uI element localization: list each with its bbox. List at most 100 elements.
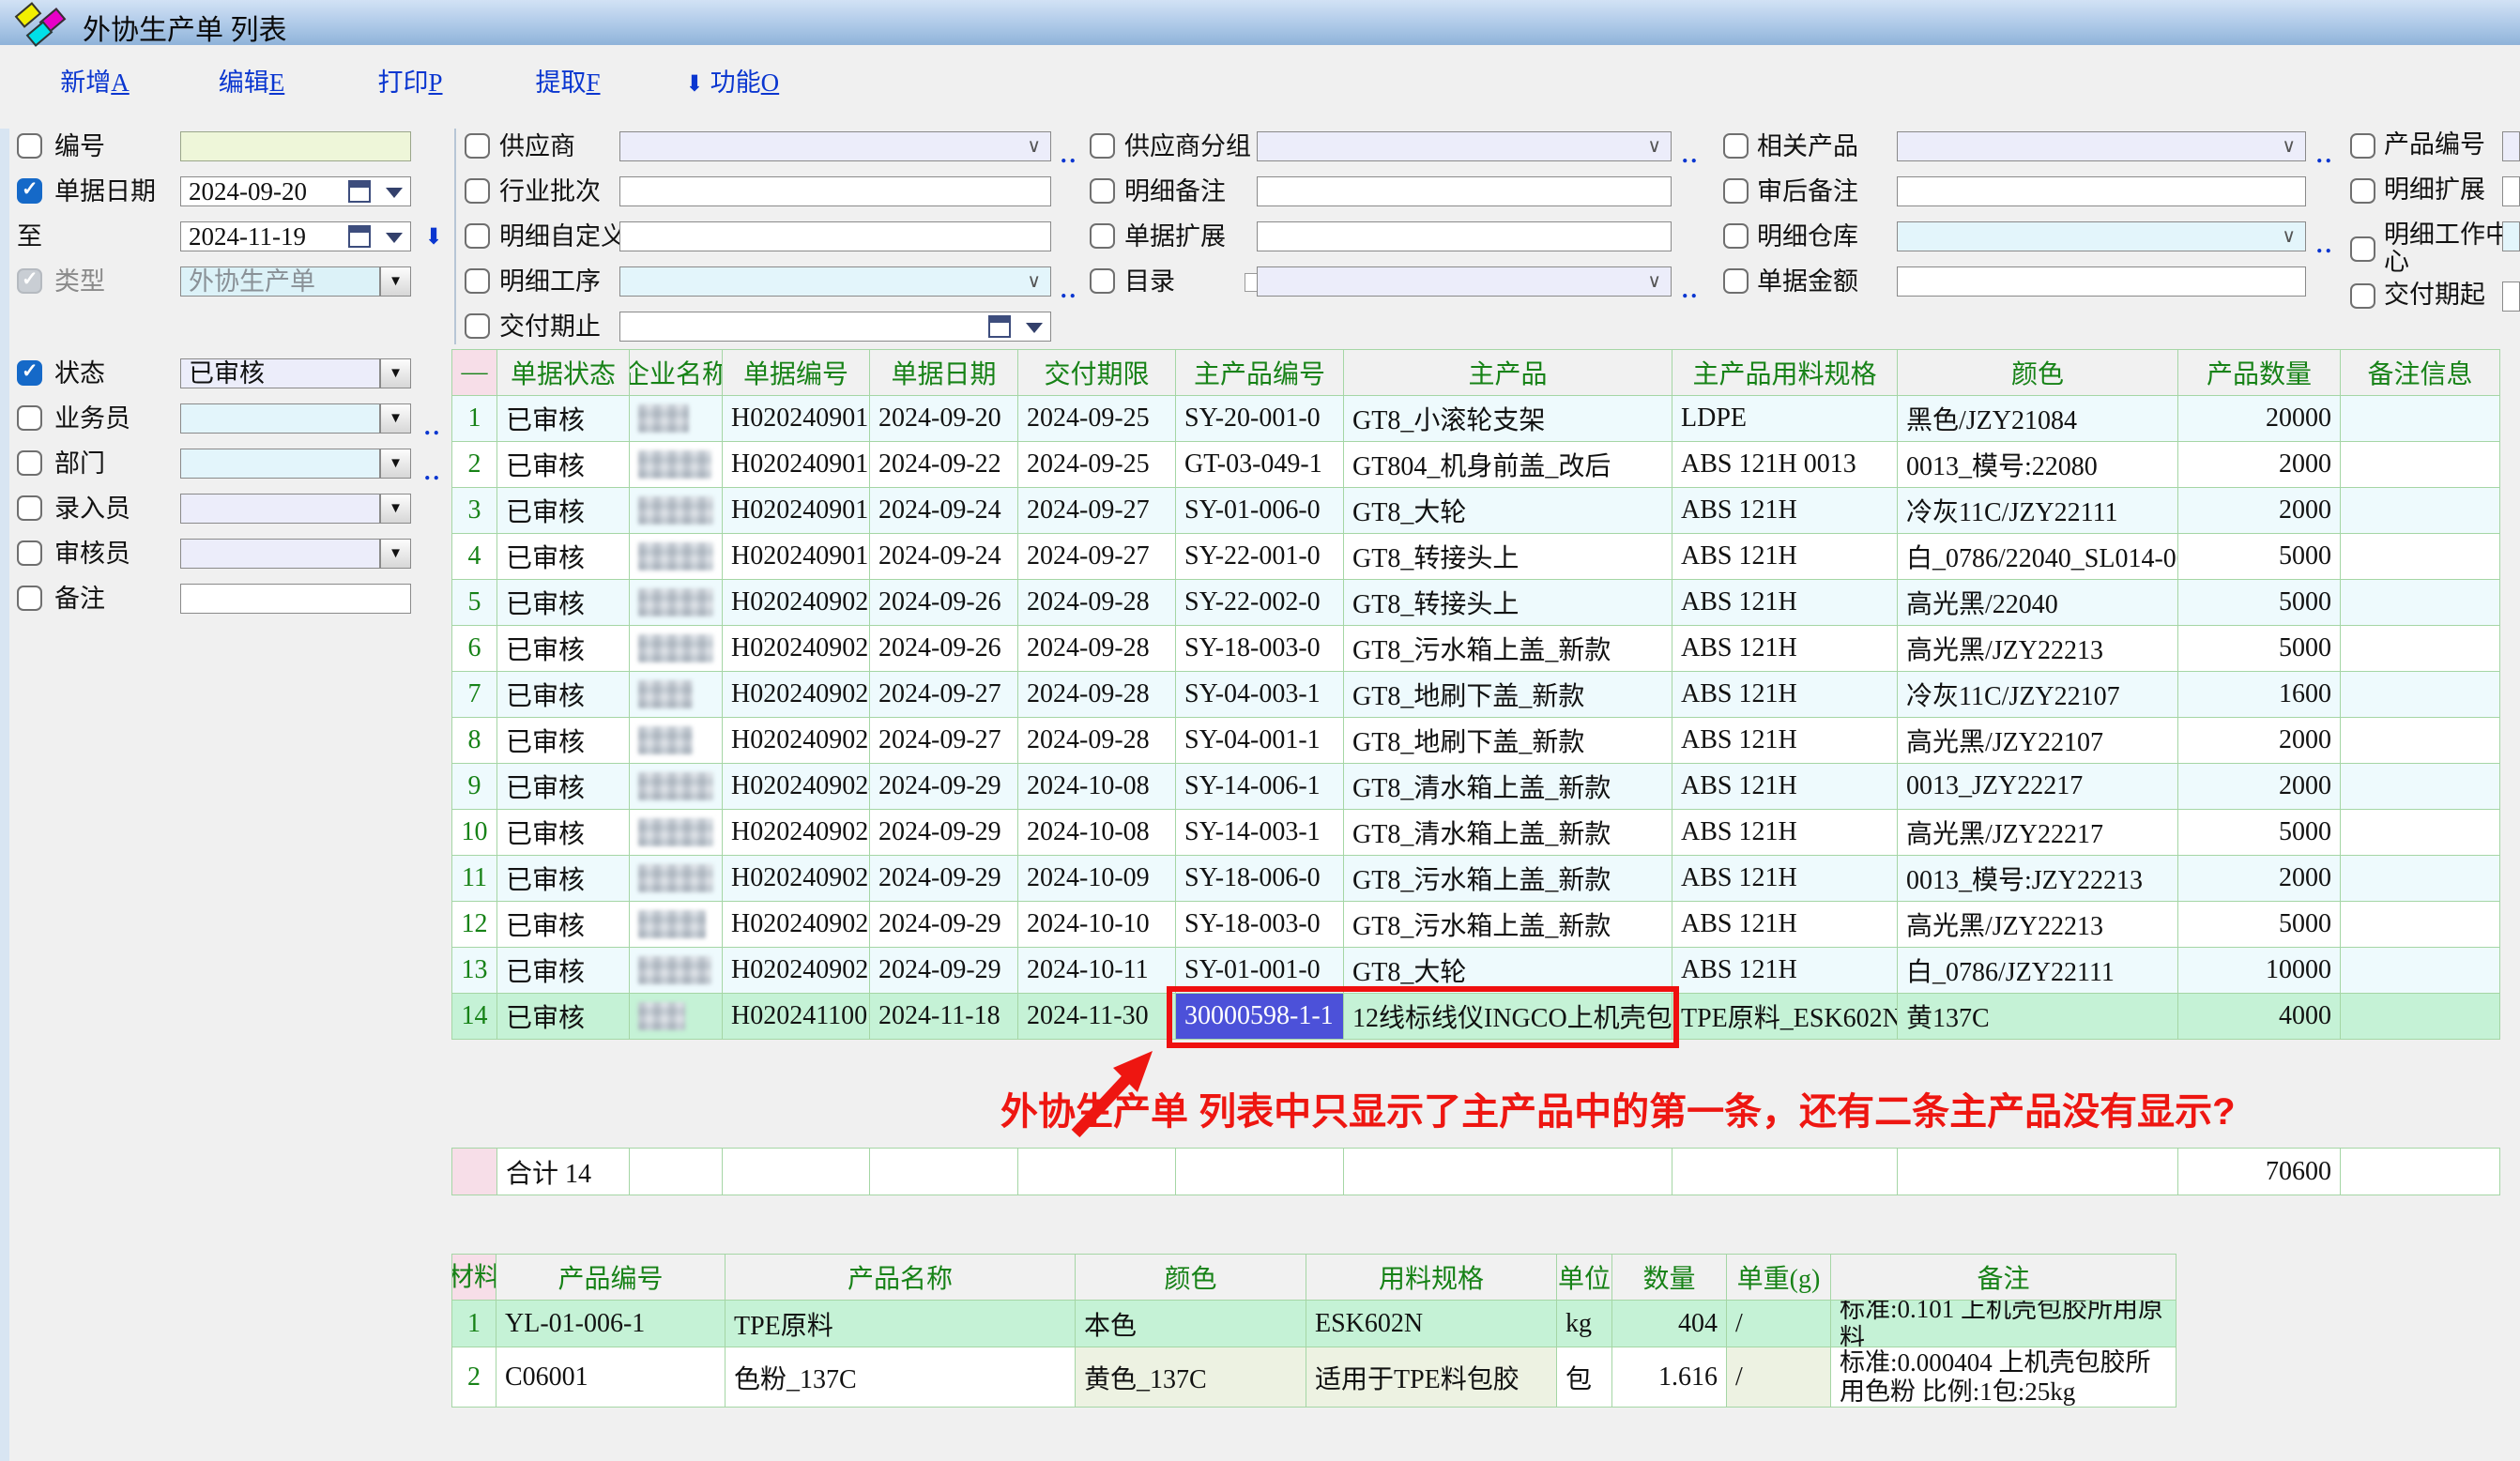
material-cell-unit-weight[interactable]: / <box>1727 1301 1831 1347</box>
calendar-icon[interactable] <box>988 315 1011 338</box>
column-header-company[interactable]: 企业名称 <box>630 350 723 396</box>
extract-button[interactable]: 提取F <box>507 62 629 96</box>
supplier-filter-select[interactable]: ∨ <box>619 131 1051 161</box>
order-cell-remark[interactable] <box>2341 396 2500 442</box>
order-cell-product-code[interactable]: SY-14-006-1 <box>1176 764 1344 810</box>
material-cell-color[interactable]: 本色 <box>1076 1301 1306 1347</box>
order-cell-status[interactable]: 已审核 <box>497 396 630 442</box>
detail-remark-filter-checkbox[interactable] <box>1090 178 1115 204</box>
column-header-delivery-date[interactable]: 交付期限 <box>1018 350 1176 396</box>
post-audit-remark-filter-input[interactable] <box>1897 176 2306 206</box>
order-cell-doc-no[interactable]: H0202409016 <box>723 396 870 442</box>
detail-custom-filter-input[interactable] <box>619 221 1051 251</box>
order-cell-row-number[interactable]: 5 <box>452 580 497 626</box>
order-cell-status[interactable]: 已审核 <box>497 718 630 764</box>
order-cell-material-spec[interactable]: ABS 121H 0013 <box>1672 442 1898 488</box>
doc-amount-filter-checkbox[interactable] <box>1723 268 1749 294</box>
order-cell-material-spec[interactable]: ABS 121H <box>1672 672 1898 718</box>
material-cell-product-code[interactable]: YL-01-006-1 <box>496 1301 725 1347</box>
order-cell-remark[interactable] <box>2341 902 2500 948</box>
detail-work-center-filter-select[interactable] <box>2502 221 2520 251</box>
order-cell-product-code[interactable]: SY-18-006-0 <box>1176 856 1344 902</box>
order-cell-doc-date[interactable]: 2024-09-26 <box>870 580 1018 626</box>
salesman-dropdown-button[interactable]: ▼ <box>380 403 411 434</box>
supplier-group-more-button[interactable]: .. <box>1682 143 1700 167</box>
auditor-filter-checkbox[interactable] <box>17 540 42 566</box>
delivery-date-start-filter-checkbox[interactable] <box>2350 283 2375 309</box>
order-cell-qty[interactable]: 2000 <box>2178 488 2341 534</box>
material-cell-product-code[interactable]: C06001 <box>496 1347 725 1408</box>
order-cell-delivery-date[interactable]: 2024-10-08 <box>1018 810 1176 856</box>
new-button[interactable]: 新增A <box>34 62 156 96</box>
order-cell-doc-no[interactable]: H0202409025 <box>723 810 870 856</box>
order-cell-doc-date[interactable]: 2024-09-20 <box>870 396 1018 442</box>
order-cell-product[interactable]: GT8_污水箱上盖_新款 <box>1344 902 1672 948</box>
order-cell-doc-no[interactable]: H0202409024 <box>723 764 870 810</box>
auditor-dropdown-button[interactable]: ▼ <box>380 539 411 569</box>
order-cell-status[interactable]: 已审核 <box>497 856 630 902</box>
material-cell-qty[interactable]: 1.616 <box>1612 1347 1727 1408</box>
order-cell-status[interactable]: 已审核 <box>497 948 630 994</box>
detail-process-filter-select[interactable]: ∨ <box>619 266 1051 297</box>
order-cell-color[interactable]: 0013_JZY22217 <box>1898 764 2178 810</box>
order-cell-material-spec[interactable]: ABS 121H <box>1672 764 1898 810</box>
order-cell-qty[interactable]: 5000 <box>2178 810 2341 856</box>
material-cell-unit[interactable]: kg <box>1557 1301 1612 1347</box>
order-cell-row-number[interactable]: 2 <box>452 442 497 488</box>
order-cell-remark[interactable] <box>2341 534 2500 580</box>
product-code-filter-checkbox[interactable] <box>2350 133 2375 159</box>
order-cell-company[interactable] <box>630 626 723 672</box>
column-header-status[interactable]: 单据状态 <box>497 350 630 396</box>
order-cell-qty[interactable]: 5000 <box>2178 580 2341 626</box>
order-cell-product[interactable]: GT8_清水箱上盖_新款 <box>1344 810 1672 856</box>
order-cell-doc-date[interactable]: 2024-09-26 <box>870 626 1018 672</box>
order-cell-qty[interactable]: 5000 <box>2178 902 2341 948</box>
order-cell-status[interactable]: 已审核 <box>497 534 630 580</box>
material-cell-material-spec[interactable]: 适用于TPE料包胶 <box>1306 1347 1557 1408</box>
status-filter-select[interactable]: 已审核 <box>180 358 380 388</box>
edit-button[interactable]: 编辑E <box>191 62 313 96</box>
material-cell-product-name[interactable]: TPE原料 <box>725 1301 1076 1347</box>
order-cell-doc-date[interactable]: 2024-11-18 <box>870 994 1018 1040</box>
order-cell-color[interactable]: 高光黑/JZY22217 <box>1898 810 2178 856</box>
order-cell-doc-date[interactable]: 2024-09-29 <box>870 948 1018 994</box>
material-cell-product-name[interactable]: 色粉_137C <box>725 1347 1076 1408</box>
material-cell-color[interactable]: 黄色_137C <box>1076 1347 1306 1408</box>
department-more-button[interactable]: .. <box>424 460 442 484</box>
order-cell-doc-date[interactable]: 2024-09-22 <box>870 442 1018 488</box>
order-cell-product-code[interactable]: SY-20-001-0 <box>1176 396 1344 442</box>
order-cell-delivery-date[interactable]: 2024-09-28 <box>1018 718 1176 764</box>
materials-column-header-material-spec[interactable]: 用料规格 <box>1306 1255 1557 1301</box>
order-cell-company[interactable] <box>630 948 723 994</box>
order-cell-material-spec[interactable]: ABS 121H <box>1672 718 1898 764</box>
order-cell-color[interactable]: 0013_模号:JZY22213 <box>1898 856 2178 902</box>
order-cell-material-spec[interactable]: ABS 121H <box>1672 534 1898 580</box>
detail-warehouse-filter-select[interactable]: ∨ <box>1897 221 2306 251</box>
materials-column-header-row[interactable]: 材料 <box>452 1255 496 1301</box>
detail-extend-filter-input[interactable] <box>2502 176 2520 206</box>
order-cell-row-number[interactable]: 9 <box>452 764 497 810</box>
department-dropdown-button[interactable]: ▼ <box>380 449 411 479</box>
order-cell-qty[interactable]: 5000 <box>2178 626 2341 672</box>
order-cell-material-spec[interactable]: ABS 121H <box>1672 948 1898 994</box>
order-cell-row-number[interactable]: 8 <box>452 718 497 764</box>
functions-button[interactable]: ⬇ 功能O <box>657 62 807 96</box>
entry-clerk-dropdown-button[interactable]: ▼ <box>380 494 411 524</box>
material-cell-remark[interactable]: 标准:0.101 上机壳包胶所用原料 <box>1831 1301 2176 1347</box>
industry-batch-filter-input[interactable] <box>619 176 1051 206</box>
detail-work-center-filter-checkbox[interactable] <box>2350 236 2375 262</box>
order-cell-delivery-date[interactable]: 2024-10-10 <box>1018 902 1176 948</box>
order-cell-row-number[interactable]: 11 <box>452 856 497 902</box>
materials-column-header-unit-weight[interactable]: 单重(g) <box>1727 1255 1831 1301</box>
order-cell-doc-no[interactable]: H0202409017 <box>723 442 870 488</box>
order-cell-company[interactable] <box>630 488 723 534</box>
detail-process-filter-checkbox[interactable] <box>465 268 490 294</box>
column-header-qty[interactable]: 产品数量 <box>2178 350 2341 396</box>
order-cell-doc-no[interactable]: H0202409021 <box>723 626 870 672</box>
order-cell-company[interactable] <box>630 672 723 718</box>
order-cell-material-spec[interactable]: ABS 121H <box>1672 856 1898 902</box>
related-product-filter-select[interactable]: ∨ <box>1897 131 2306 161</box>
order-cell-delivery-date[interactable]: 2024-09-25 <box>1018 442 1176 488</box>
order-cell-color[interactable]: 高光黑/JZY22213 <box>1898 626 2178 672</box>
materials-column-header-product-code[interactable]: 产品编号 <box>496 1255 725 1301</box>
